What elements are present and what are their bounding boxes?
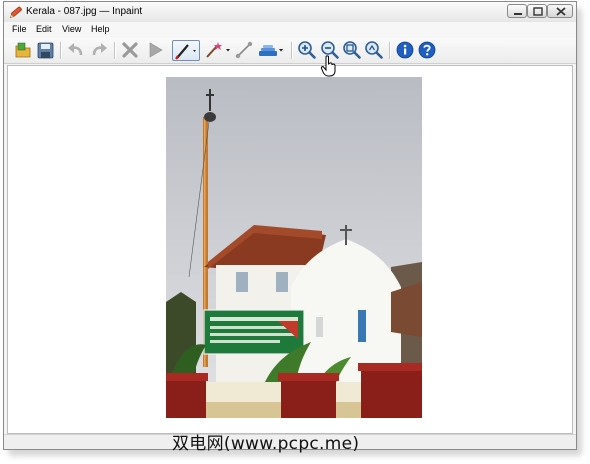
hand-cursor-icon (320, 55, 336, 77)
zoom-in-icon (298, 41, 316, 59)
zoom-fit-icon (343, 41, 361, 59)
app-window: Kerala - 087.jpg — Inpaint File Edit Vie… (3, 1, 577, 450)
minimize-icon (514, 13, 522, 15)
undo-button[interactable] (66, 40, 86, 60)
run-icon (149, 42, 163, 58)
toolbar (4, 38, 576, 64)
toolbar-separator (114, 42, 116, 59)
open-button[interactable] (13, 40, 33, 60)
toolbar-separator (291, 42, 293, 59)
magic-wand-button[interactable] (204, 40, 232, 60)
line-icon (235, 41, 253, 59)
menu-file[interactable]: File (12, 24, 27, 34)
open-icon (15, 42, 31, 58)
magic-wand-icon (206, 42, 230, 58)
image-canvas[interactable] (7, 65, 573, 434)
redo-button[interactable] (89, 40, 109, 60)
menu-view[interactable]: View (62, 24, 81, 34)
save-button[interactable] (35, 40, 55, 60)
window-title: Kerala - 087.jpg — Inpaint (26, 6, 143, 17)
line-tool-button[interactable] (234, 40, 254, 60)
watermark-text: 双电网(www.pcpc.me) (172, 434, 360, 454)
zoom-actual-icon (365, 41, 383, 59)
menu-bar: File Edit View Help (4, 22, 576, 38)
title-bar[interactable]: Kerala - 087.jpg — Inpaint (4, 2, 576, 23)
help-button[interactable] (417, 40, 437, 60)
undo-icon (68, 43, 83, 56)
close-button[interactable] (547, 4, 573, 18)
toolbar-separator (60, 42, 62, 59)
app-pencil-icon (9, 6, 22, 19)
zoom-actual-button[interactable] (364, 40, 384, 60)
marker-tool-button[interactable] (172, 40, 200, 61)
minimize-button[interactable] (507, 4, 527, 18)
info-icon (396, 41, 414, 59)
maximize-icon (533, 7, 543, 16)
marker-icon (175, 44, 196, 60)
stamp-tool-button[interactable] (257, 40, 285, 60)
zoom-fit-button[interactable] (342, 40, 362, 60)
info-button[interactable] (395, 40, 415, 60)
menu-edit[interactable]: Edit (36, 24, 52, 34)
church-photo[interactable] (166, 77, 422, 418)
menu-help[interactable]: Help (91, 24, 110, 34)
zoom-in-button[interactable] (297, 40, 317, 60)
redo-icon (92, 43, 107, 56)
delete-button[interactable] (120, 40, 140, 60)
save-icon (37, 42, 54, 59)
close-icon (556, 7, 566, 16)
toolbar-separator (389, 42, 391, 59)
delete-icon (122, 42, 138, 58)
run-button[interactable] (145, 40, 165, 60)
maximize-button[interactable] (527, 4, 547, 18)
stamp-icon (259, 45, 283, 56)
help-icon (418, 41, 436, 59)
